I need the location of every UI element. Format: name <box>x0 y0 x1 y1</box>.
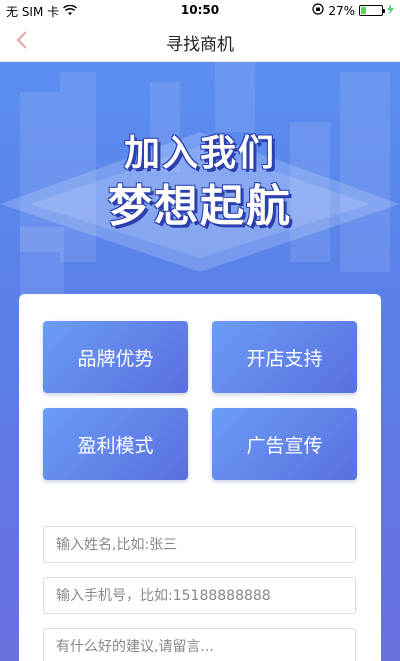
charging-icon <box>387 3 394 18</box>
name-input[interactable] <box>43 526 356 563</box>
tile-advertising[interactable]: 广告宣传 <box>212 408 357 480</box>
bg-building <box>215 62 255 132</box>
tile-store-support[interactable]: 开店支持 <box>212 321 357 393</box>
tile-profit-model[interactable]: 盈利模式 <box>43 408 188 480</box>
status-bar: 无 SIM 卡 10:50 27% <box>0 0 400 20</box>
battery-icon <box>359 5 385 16</box>
banner-line2: 梦想起航 <box>108 181 292 232</box>
info-card: 品牌优势 开店支持 盈利模式 广告宣传 <box>19 294 381 661</box>
tile-label: 开店支持 <box>246 347 323 370</box>
status-right: 27% <box>312 3 394 18</box>
tile-label: 品牌优势 <box>77 347 154 370</box>
tile-label: 广告宣传 <box>246 434 323 457</box>
phone-input[interactable] <box>43 577 356 614</box>
nav-bar: 寻找商机 <box>0 20 400 62</box>
tile-brand-advantage[interactable]: 品牌优势 <box>43 321 188 393</box>
battery-percent: 27% <box>328 3 355 18</box>
banner-line1: 加入我们 <box>123 133 276 174</box>
rotation-lock-icon <box>312 3 324 18</box>
tile-label: 盈利模式 <box>77 434 154 457</box>
page-title: 寻找商机 <box>166 35 234 55</box>
message-input[interactable] <box>43 628 356 661</box>
